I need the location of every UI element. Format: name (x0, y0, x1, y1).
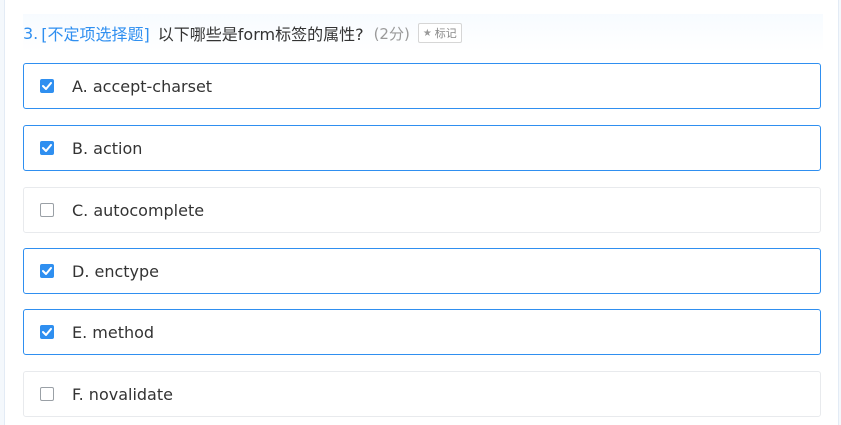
option-label: A. accept-charset (72, 76, 213, 96)
question-header: 3. [不定项选择题] 以下哪些是form标签的属性? (2分) ★ 标记 (23, 14, 823, 52)
option-a[interactable]: A. accept-charset (23, 63, 821, 109)
mark-label: 标记 (434, 27, 457, 40)
mark-button[interactable]: ★ 标记 (417, 23, 462, 43)
option-f[interactable]: F. novalidate (23, 371, 821, 417)
question-text: 以下哪些是form标签的属性? (157, 25, 364, 44)
checkbox-b[interactable] (40, 141, 54, 155)
checkmark-icon (42, 82, 52, 90)
option-label: C. autocomplete (72, 200, 205, 220)
option-c[interactable]: C. autocomplete (23, 187, 821, 233)
option-label: F. novalidate (72, 384, 173, 404)
question-score: (2分) (373, 24, 410, 43)
option-label: B. action (72, 138, 143, 158)
checkmark-icon (42, 267, 52, 275)
option-label: E. method (72, 322, 155, 342)
checkbox-e[interactable] (40, 325, 54, 339)
option-b[interactable]: B. action (23, 125, 821, 171)
star-icon: ★ (422, 27, 432, 39)
checkmark-icon (42, 328, 52, 336)
question-type: [不定项选择题] (41, 25, 150, 44)
checkbox-a[interactable] (40, 79, 54, 93)
checkbox-d[interactable] (40, 264, 54, 278)
question-number: 3. (23, 23, 39, 43)
checkmark-icon (42, 144, 52, 152)
option-d[interactable]: D. enctype (23, 248, 821, 294)
checkbox-c[interactable] (40, 203, 54, 217)
checkbox-f[interactable] (40, 387, 54, 401)
option-label: D. enctype (72, 261, 160, 281)
question-panel: 3. [不定项选择题] 以下哪些是form标签的属性? (2分) ★ 标记 A.… (4, 0, 839, 425)
option-e[interactable]: E. method (23, 309, 821, 355)
